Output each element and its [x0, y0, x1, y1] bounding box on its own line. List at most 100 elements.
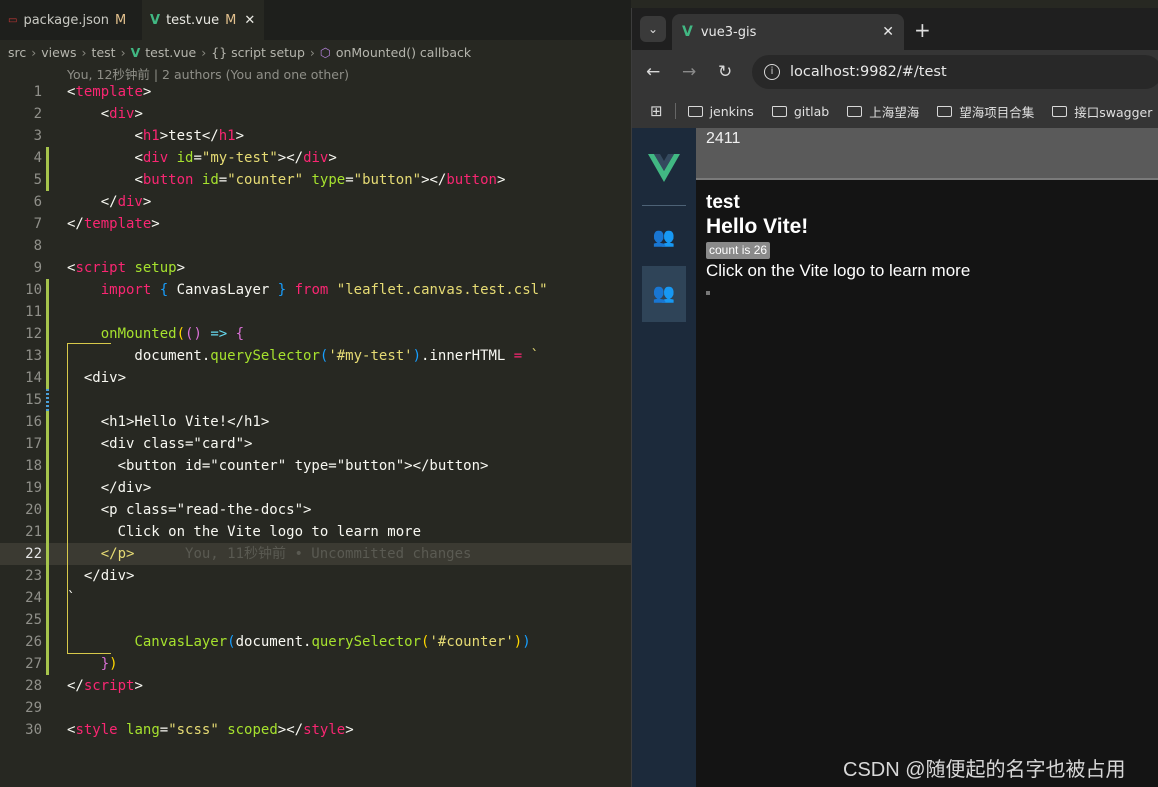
code-line: 7 </template>: [33, 216, 160, 232]
breadcrumb-item[interactable]: views: [41, 45, 76, 60]
code-line: 4 <div id="my-test"></div>: [0, 147, 631, 169]
hello-heading: Hello Vite!: [706, 215, 809, 238]
chevron-right-icon: ›: [81, 44, 87, 60]
code-line: 14 <div>: [0, 367, 631, 389]
vue-favicon-icon: V: [682, 24, 693, 40]
code-line: 11: [0, 301, 631, 323]
address-bar[interactable]: i localhost:9982/#/test: [752, 55, 1158, 89]
screen: ▭ package.json M V test.vue M ✕ src › vi…: [0, 0, 1158, 787]
breadcrumb-item[interactable]: onMounted() callback: [336, 45, 471, 60]
chevron-right-icon: ›: [201, 44, 207, 60]
bookmark-swagger[interactable]: 接口swagger: [1052, 102, 1152, 121]
code-line: 30 <style lang="scss" scoped></style>: [25, 722, 354, 738]
breadcrumb-item[interactable]: {} script setup: [211, 45, 305, 60]
code-line: 10 import { CanvasLayer } from "leaflet.…: [0, 279, 631, 301]
code-area[interactable]: 1 <template> 2 <div> 3 <h1>test</h1> 4 <d…: [0, 81, 631, 741]
folder-icon: [771, 105, 787, 117]
modified-badge: M: [115, 12, 127, 28]
modified-badge: M: [225, 12, 237, 28]
bookmarks-divider: [674, 103, 676, 119]
json-file-icon: ▭: [8, 14, 18, 26]
chevron-right-icon: ›: [309, 44, 315, 60]
bookmark-wanghai-projects[interactable]: 望海项目合集: [937, 102, 1034, 121]
code-line: 9 <script setup>: [33, 260, 186, 276]
code-line: 13 document.querySelector('#my-test').in…: [0, 345, 631, 367]
code-line: 16 <h1>Hello Vite!</h1>: [0, 411, 631, 433]
code-line: 24 `: [0, 587, 631, 609]
chevron-right-icon: ›: [120, 44, 126, 60]
breadcrumb-item[interactable]: test: [92, 45, 116, 60]
bookmarks-bar: ⊞ jenkins gitlab 上海望海 望海项目合集 接口swagger: [632, 94, 1158, 128]
close-icon[interactable]: ✕: [244, 13, 255, 28]
code-line: 27 }): [0, 653, 631, 675]
back-arrow-icon[interactable]: ←: [646, 62, 660, 82]
close-icon[interactable]: ✕: [882, 24, 894, 40]
breadcrumb: src › views › test › V test.vue › {} scr…: [8, 43, 471, 61]
counter-button[interactable]: count is 26: [706, 242, 771, 259]
tab-package-json[interactable]: ▭ package.json M: [0, 0, 142, 40]
folder-icon: [1052, 105, 1068, 117]
code-line: 6 </div>: [33, 194, 152, 210]
site-info-icon[interactable]: i: [764, 64, 780, 80]
sidebar-item-users-active[interactable]: 👥: [642, 266, 686, 322]
code-line: 25: [0, 609, 631, 631]
users-icon: 👥: [652, 283, 676, 304]
canvas-layer-element: [706, 291, 710, 295]
browser-tab[interactable]: V vue3-gis ✕: [672, 14, 904, 50]
folder-icon: [937, 105, 953, 117]
code-line: 18 <button id="counter" type="button"></…: [0, 455, 631, 477]
breadcrumb-item[interactable]: test.vue: [145, 45, 196, 60]
header-value: 2411: [706, 130, 741, 147]
folder-icon: [847, 105, 863, 117]
code-line: 19 </div>: [0, 477, 631, 499]
editor-tabs: ▭ package.json M V test.vue M ✕: [0, 0, 631, 40]
read-the-docs-text: Click on the Vite logo to learn more: [706, 261, 971, 280]
bookmark-shanghai-wanghai[interactable]: 上海望海: [847, 102, 919, 121]
code-line: 20 <p class="read-the-docs">: [0, 499, 631, 521]
browser-window: ⌄ V vue3-gis ✕ + ← → ↻ i localhost:9982/…: [631, 8, 1158, 787]
users-icon: 👥: [652, 227, 676, 248]
web-page: 👥 👥 2411 test Hello Vite! count is 26 Cl…: [632, 128, 1158, 787]
app-sidebar: 👥 👥: [632, 128, 696, 787]
vue-file-icon: V: [130, 44, 141, 60]
vue-logo-icon[interactable]: [648, 154, 680, 182]
breadcrumb-item[interactable]: src: [8, 45, 26, 60]
chevron-right-icon: ›: [31, 44, 37, 60]
code-editor: ▭ package.json M V test.vue M ✕ src › vi…: [0, 0, 631, 787]
app-header: 2411: [696, 128, 1158, 180]
code-line: 26 CanvasLayer(document.querySelector('#…: [0, 631, 631, 653]
url-text: localhost:9982/#/test: [790, 64, 947, 80]
code-line: 12 onMounted(() => {: [0, 323, 631, 345]
code-line: 5 <button id="counter" type="button"></b…: [0, 169, 631, 191]
browser-tabstrip: ⌄ V vue3-gis ✕ +: [632, 8, 1158, 50]
tab-label: test.vue: [166, 12, 220, 28]
page-heading: test: [706, 192, 740, 213]
tab-label: package.json: [23, 12, 110, 28]
bookmark-jenkins[interactable]: jenkins: [687, 104, 754, 119]
code-line: 15: [0, 389, 631, 411]
browser-toolbar: ← → ↻ i localhost:9982/#/test: [632, 50, 1158, 94]
browser-tab-title: vue3-gis: [700, 24, 757, 40]
forward-arrow-icon[interactable]: →: [682, 62, 696, 82]
sidebar-divider: [642, 205, 686, 206]
apps-grid-icon[interactable]: ⊞: [650, 102, 663, 120]
new-tab-plus-icon[interactable]: +: [914, 18, 931, 42]
sidebar-item-users[interactable]: 👥: [642, 210, 686, 266]
reload-icon[interactable]: ↻: [718, 62, 732, 82]
vue-file-icon: V: [150, 12, 161, 28]
code-line: 21 Click on the Vite logo to learn more: [0, 521, 631, 543]
tab-test-vue[interactable]: V test.vue M ✕: [142, 0, 264, 40]
tab-search-chevron-icon[interactable]: ⌄: [640, 16, 666, 42]
code-line: 2 <div>: [33, 106, 143, 122]
csdn-watermark: CSDN @随便起的名字也被占用: [843, 759, 1126, 781]
code-line-current: 22 </p> You, 11秒钟前 • Uncommitted changes: [0, 543, 631, 565]
code-line: 1 <template>: [33, 84, 152, 100]
bookmark-gitlab[interactable]: gitlab: [771, 104, 829, 119]
code-line: 17 <div class="card">: [0, 433, 631, 455]
method-cube-icon: ⬡: [319, 44, 331, 60]
inline-blame: You, 11秒钟前 • Uncommitted changes: [185, 546, 472, 562]
folder-icon: [687, 105, 703, 117]
code-line: 29: [25, 700, 42, 716]
code-line: 28 </script>: [25, 678, 143, 694]
code-line: 23 </div>: [0, 565, 631, 587]
